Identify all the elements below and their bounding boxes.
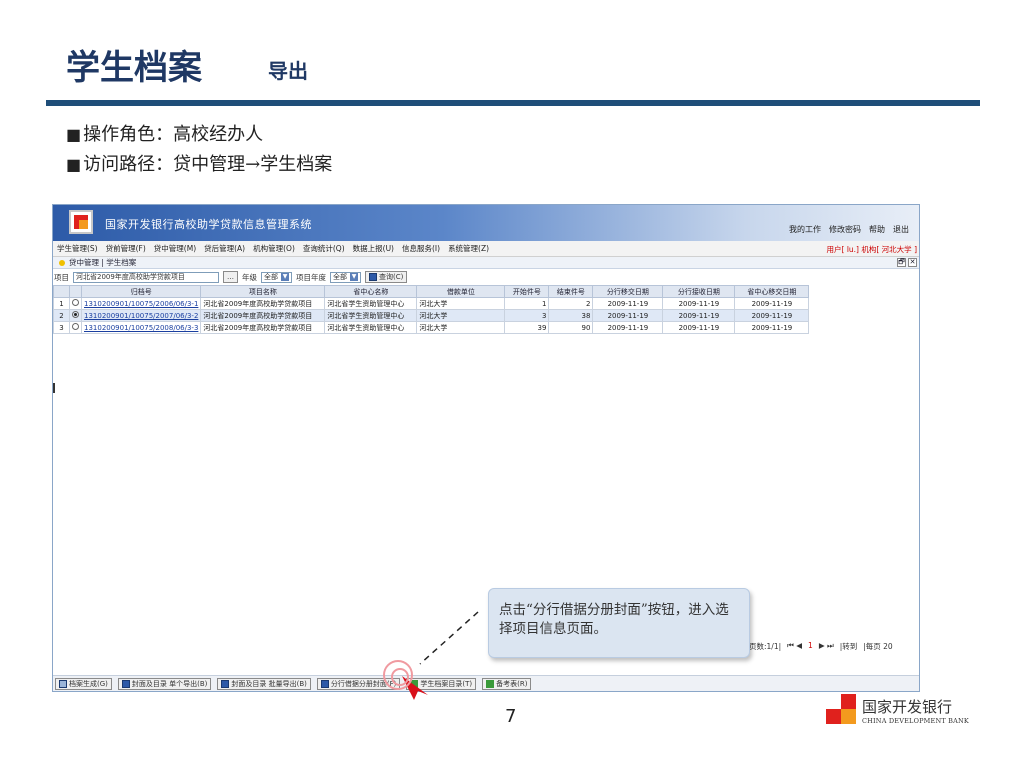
- callout-pointer-line: [419, 611, 479, 665]
- page-number: 7: [505, 706, 517, 727]
- bank-name-en: CHINA DEVELOPMENT BANK: [862, 717, 969, 725]
- bank-name-cn: 国家开发银行: [862, 698, 953, 716]
- click-target-ring: [383, 660, 413, 690]
- callout-box: 点击“分行借据分册封面”按钮，进入选择项目信息页面。: [488, 588, 750, 658]
- slide: 学生档案 导出 ■ 操作角色：高校经办人 ■ 访问路径：贷中管理→学生档案 国家开发…: [0, 0, 1024, 768]
- cdb-logo-icon: [826, 694, 856, 724]
